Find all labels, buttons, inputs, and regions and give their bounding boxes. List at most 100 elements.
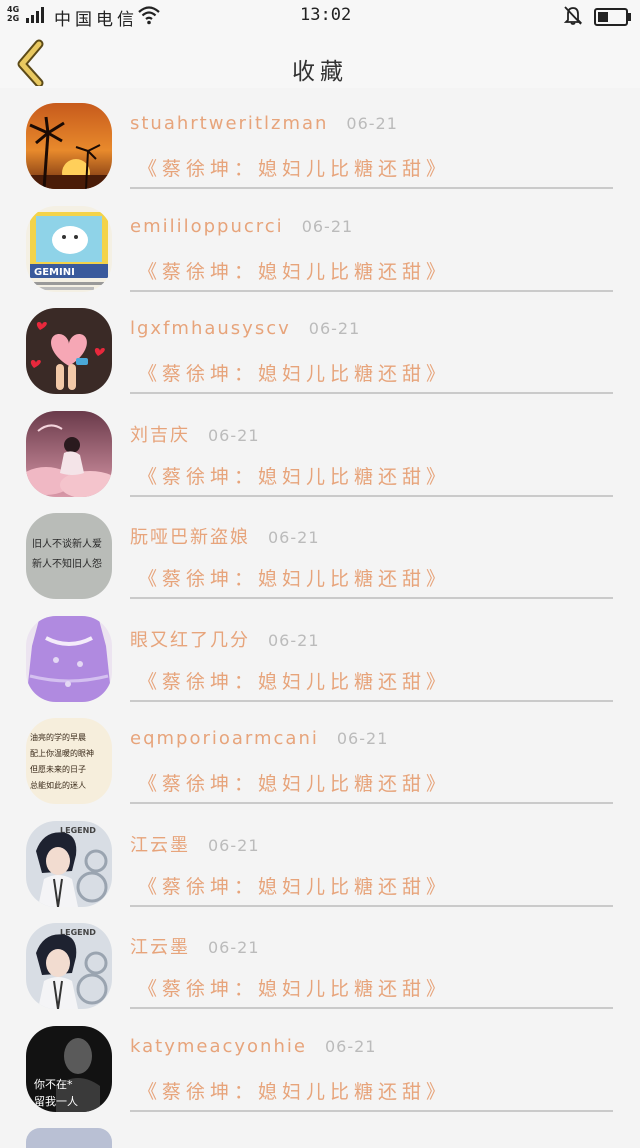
username-text: 眼又红了几分 [130, 629, 250, 651]
favorite-item[interactable]: 油亮的学的早晨 配上你温暖的眼神 但愿未来的日子 总能如此的迷人 eqmpori… [0, 703, 640, 806]
username-text: 朊哑巴新盗娘 [130, 527, 250, 548]
item-book-title[interactable]: 《蔡徐坤：媳妇儿比糖还甜》 [138, 1077, 450, 1104]
dark-portrait-image: 你不在* 留我一人 [26, 1025, 112, 1112]
avatar[interactable]: 油亮的学的早晨 配上你温暖的眼神 但愿未来的日子 总能如此的迷人 [26, 718, 112, 804]
pink-clouds-girl-image [26, 410, 112, 497]
item-username: 江云墨 06-21 [130, 831, 260, 857]
username-text: katymeacyonhie [130, 1035, 307, 1057]
anime-character-image: LEGEND [26, 820, 112, 907]
avatar[interactable]: 你不在* 留我一人 [26, 1025, 112, 1112]
favorite-item[interactable]: LEGEND 江云墨 06-21 《蔡徐坤：媳妇儿比糖还甜》 [0, 908, 640, 1011]
notification-muted-icon [563, 6, 583, 25]
username-text: emililoppucrci [130, 215, 284, 237]
divider [130, 802, 613, 804]
item-date: 06-21 [208, 835, 260, 855]
item-date: 06-21 [308, 319, 361, 338]
item-date: 06-21 [346, 114, 398, 133]
item-date: 06-21 [208, 425, 260, 445]
favorite-item[interactable]: stuahrtweritlzman 06-21 《蔡徐坤：媳妇儿比糖还甜》 [0, 88, 640, 191]
item-username: 刘吉庆 06-21 [130, 421, 260, 447]
favorite-item[interactable]: LEGEND 江云墨 06-21 《蔡徐坤：媳妇儿比糖还甜》 [0, 806, 640, 909]
favorite-item[interactable]: 眼又红了几分 06-21 《蔡徐坤：媳妇儿比糖还甜》 [0, 601, 640, 704]
item-username: 眼又红了几分 06-21 [130, 626, 320, 652]
cartoon-card-image: GEMINI [26, 205, 112, 292]
network-type-top: 4G [7, 5, 20, 14]
battery-icon [594, 8, 631, 26]
avatar[interactable]: LEGEND [26, 923, 112, 1009]
favorite-item[interactable]: 旧人不谈新人爱 新人不知旧人怨 朊哑巴新盗娘 06-21 《蔡徐坤：媳妇儿比糖还甜… [0, 498, 640, 601]
avatar-note-line-1: 油亮的学的早晨 [30, 732, 86, 742]
navigation-bar: 收藏 [0, 32, 640, 88]
item-date: 06-21 [268, 630, 320, 650]
signal-icon [26, 7, 44, 23]
avatar-note-line-3: 但愿未来的日子 [30, 764, 86, 774]
favorites-list: stuahrtweritlzman 06-21 《蔡徐坤：媳妇儿比糖还甜》 GEM… [0, 88, 640, 1138]
item-book-title[interactable]: 《蔡徐坤：媳妇儿比糖还甜》 [138, 257, 450, 284]
item-book-title[interactable]: 《蔡徐坤：媳妇儿比糖还甜》 [138, 667, 450, 694]
clock: 13:02 [300, 5, 352, 25]
sunset-palm-image [26, 103, 112, 189]
wifi-icon [138, 6, 160, 25]
avatar[interactable] [26, 103, 112, 189]
item-book-title[interactable]: 《蔡徐坤：媳妇儿比糖还甜》 [138, 769, 450, 796]
item-username: stuahrtweritlzman 06-21 [130, 113, 398, 134]
item-date: 06-21 [324, 1036, 377, 1056]
divider [130, 1109, 613, 1112]
favorite-item[interactable]: 刘吉庆 06-21 《蔡徐坤：媳妇儿比糖还甜》 [0, 396, 640, 499]
item-book-title[interactable]: 《蔡徐坤：媳妇儿比糖还甜》 [138, 462, 450, 489]
avatar[interactable] [26, 615, 112, 702]
divider [130, 289, 613, 292]
handwritten-note-image: 油亮的学的早晨 配上你温暖的眼神 但愿未来的日子 总能如此的迷人 [26, 718, 112, 804]
hearts-hands-image [26, 308, 112, 394]
divider [130, 904, 613, 907]
avatar-note-line-2: 配上你温暖的眼神 [30, 748, 94, 758]
purple-dress-image [26, 615, 112, 702]
avatar-note-line-4: 总能如此的迷人 [30, 780, 86, 790]
item-date: 06-21 [301, 216, 354, 236]
favorite-item[interactable]: GEMINI emililoppucrci 06-21 《蔡徐坤：媳妇儿比糖还甜》 [0, 191, 640, 294]
avatar-quote-line-1: 旧人不谈新人爱 [32, 537, 102, 550]
item-book-title[interactable]: 《蔡徐坤：媳妇儿比糖还甜》 [138, 564, 450, 591]
item-date: 06-21 [268, 528, 320, 547]
avatar-quote-line-2: 新人不知旧人怨 [32, 557, 102, 570]
divider [130, 699, 613, 702]
anime-character-image: LEGEND [26, 923, 112, 1009]
handwriting-quote-image: 旧人不谈新人爱 新人不知旧人怨 [26, 513, 112, 599]
divider [130, 1007, 613, 1009]
item-username: katymeacyonhie 06-21 [130, 1036, 376, 1057]
avatar[interactable] [26, 308, 112, 394]
avatar[interactable] [26, 410, 112, 497]
network-type-bottom: 2G [7, 14, 20, 23]
item-username: emililoppucrci 06-21 [130, 216, 353, 237]
avatar-caption-line-2: 留我一人 [34, 1095, 78, 1108]
username-text: stuahrtweritlzman [130, 113, 329, 134]
avatar[interactable]: 旧人不谈新人爱 新人不知旧人怨 [26, 513, 112, 599]
carrier-name: 中国电信 [54, 10, 138, 30]
item-book-title[interactable]: 《蔡徐坤：媳妇儿比糖还甜》 [138, 359, 450, 386]
item-book-title[interactable]: 《蔡徐坤：媳妇儿比糖还甜》 [138, 872, 450, 899]
item-username: eqmporioarmcani 06-21 [130, 728, 388, 749]
avatar[interactable] [26, 1128, 112, 1148]
avatar[interactable]: GEMINI [26, 205, 112, 292]
item-date: 06-21 [336, 729, 389, 748]
divider [130, 187, 613, 189]
avatar[interactable]: LEGEND [26, 820, 112, 907]
favorite-item[interactable]: 你不在* 留我一人 katymeacyonhie 06-21 《蔡徐坤：媳妇儿比糖… [0, 1011, 640, 1114]
divider [130, 392, 613, 394]
favorite-item[interactable]: lgxfmhausyscv 06-21 《蔡徐坤：媳妇儿比糖还甜》 [0, 293, 640, 396]
avatar-brand-text: GEMINI [34, 267, 75, 278]
username-text: 江云墨 [130, 834, 190, 856]
item-username: 江云墨 06-21 [130, 933, 260, 959]
page-title: 收藏 [292, 59, 348, 85]
username-text: 刘吉庆 [130, 424, 190, 446]
item-book-title[interactable]: 《蔡徐坤：媳妇儿比糖还甜》 [138, 154, 450, 181]
status-bar: 4G 2G 中国电信 13:02 [0, 0, 640, 32]
item-book-title[interactable]: 《蔡徐坤：媳妇儿比糖还甜》 [138, 974, 450, 1001]
item-username: lgxfmhausyscv 06-21 [130, 318, 360, 339]
username-text: eqmporioarmcani [130, 728, 319, 749]
divider [130, 494, 613, 497]
username-text: 江云墨 [130, 937, 190, 958]
item-username: 朊哑巴新盗娘 06-21 [130, 523, 320, 549]
username-text: lgxfmhausyscv [130, 318, 291, 339]
network-type: 4G 2G [7, 5, 19, 23]
